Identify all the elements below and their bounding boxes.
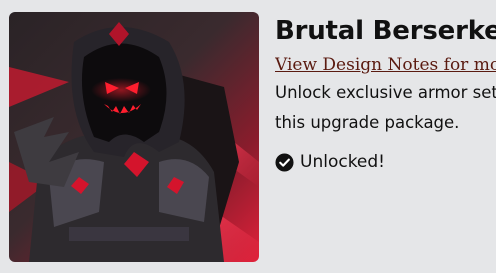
design-notes-link[interactable]: View Design Notes for more info	[275, 54, 496, 76]
unlock-status: Unlocked!	[275, 150, 496, 174]
berserker-illustration	[9, 12, 259, 262]
item-title: Brutal Berserker	[275, 16, 496, 46]
check-circle-icon	[275, 152, 294, 172]
item-description: Unlock exclusive armor sets in this upgr…	[275, 83, 496, 132]
status-text: Unlocked!	[300, 152, 385, 172]
item-info-panel: Brutal Berserker View Design Notes for m…	[275, 12, 496, 174]
item-artwork	[9, 12, 259, 262]
